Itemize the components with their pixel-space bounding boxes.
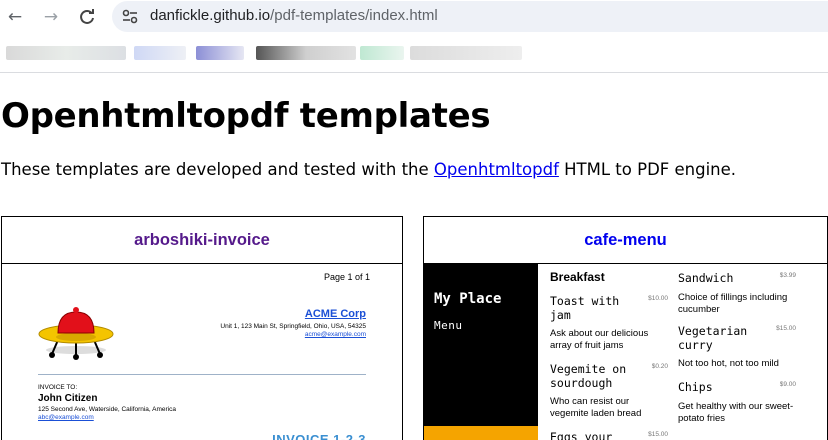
template-card-menu: cafe-menu My Place Menu Breakfast Toast … [423,216,828,440]
menu-sidebar: My Place Menu [424,264,538,426]
back-arrow-icon[interactable]: ← [2,4,28,30]
menu-item: Eggs your $15.00 [550,430,668,440]
bookmark-item[interactable] [360,46,404,60]
menu-item: Vegemite on sourdough $0.20 Who can resi… [550,362,668,420]
reload-icon[interactable] [74,4,100,30]
bookmark-item[interactable] [134,46,186,60]
bookmarks-bar [0,33,828,73]
page-title: Openhtmltopdf templates [1,96,491,136]
page-number: Page 1 of 1 [323,272,370,282]
place-name: My Place [434,291,502,307]
menu-preview[interactable]: My Place Menu Breakfast Toast with jam $… [424,264,827,440]
item-price: $15.00 [776,325,796,332]
menu-item: Toast with jam $10.00 Ask about our deli… [550,294,668,352]
sidebar-accent [424,426,538,440]
bookmark-item[interactable] [196,46,244,60]
intro-text: These templates are developed and tested… [1,160,736,179]
bookmark-item[interactable] [410,46,522,60]
item-description: Not too hot, not too mild [678,358,779,369]
bookmark-item[interactable] [6,46,126,60]
company-name[interactable]: ACME Corp [220,308,366,320]
item-description: Choice of fillings including cucumber [678,292,788,315]
ufo-logo-icon [38,307,114,360]
invoice-to-label: INVOICE TO: [38,384,78,391]
card-header: arboshiki-invoice [2,217,402,264]
menu-item: Sandwich $3.99 Choice of fillings includ… [678,271,796,316]
section-title: Breakfast [550,270,605,284]
url-path: /pdf-templates/index.html [270,7,438,24]
company-block: ACME Corp Unit 1, 123 Main St, Springfie… [220,308,366,338]
item-description: Who can resist our vegemite laden bread [550,396,642,419]
invoice-to-block: INVOICE TO: John Citizen 125 Second Ave,… [38,384,176,421]
intro-before: These templates are developed and tested… [1,160,434,179]
menu-item: Chips $9.00 Get healthy with our sweet-p… [678,380,796,425]
divider [38,374,366,375]
intro-after: HTML to PDF engine. [558,160,737,179]
openhtmltopdf-link[interactable]: Openhtmltopdf [434,160,559,179]
item-description: Get healthy with our sweet-potato fries [678,401,794,424]
item-price: $15.00 [648,431,668,438]
item-price: $0.20 [651,363,668,370]
bookmark-item[interactable] [256,46,356,60]
menu-template-link[interactable]: cafe-menu [584,231,667,249]
client-name: John Citizen [38,393,98,404]
url-host: danfickle.github.io [150,7,271,24]
browser-toolbar: ← → danfickle.github.io/pdf-templates/in… [0,0,828,33]
client-address: 125 Second Ave, Waterside, California, A… [38,406,177,413]
company-address: Unit 1, 123 Main St, Springfield, Ohio, … [220,323,366,330]
template-card-invoice: arboshiki-invoice Page 1 of 1 ACME Corp … [1,216,403,440]
site-settings-icon[interactable] [122,9,138,24]
card-header: cafe-menu [424,217,827,264]
forward-arrow-icon[interactable]: → [38,4,64,30]
item-price: $10.00 [648,295,668,302]
invoice-number: INVOICE 1-2-3 [272,432,366,440]
item-name: Chips [678,380,713,394]
item-price: $9.00 [779,381,796,388]
invoice-template-link[interactable]: arboshiki-invoice [134,231,270,249]
item-name: Vegetarian curry [678,324,748,352]
menu-item: Vegetarian curry $15.00 Not too hot, not… [678,324,796,370]
url-text[interactable]: danfickle.github.io/pdf-templates/index.… [150,7,438,24]
address-bar[interactable]: danfickle.github.io/pdf-templates/index.… [112,1,828,32]
item-name: Toast with jam [550,294,620,322]
menu-subtitle: Menu [434,319,463,332]
company-email[interactable]: acme@example.com [220,331,366,338]
item-description: Ask about our delicious array of fruit j… [550,328,649,351]
item-name: Vegemite on sourdough [550,362,627,390]
invoice-preview[interactable]: Page 1 of 1 ACME Corp Unit 1, 123 Main S… [2,264,402,440]
item-price: $3.99 [779,272,796,279]
item-name: Sandwich [678,271,734,285]
client-email[interactable]: abc@example.com [38,414,176,421]
